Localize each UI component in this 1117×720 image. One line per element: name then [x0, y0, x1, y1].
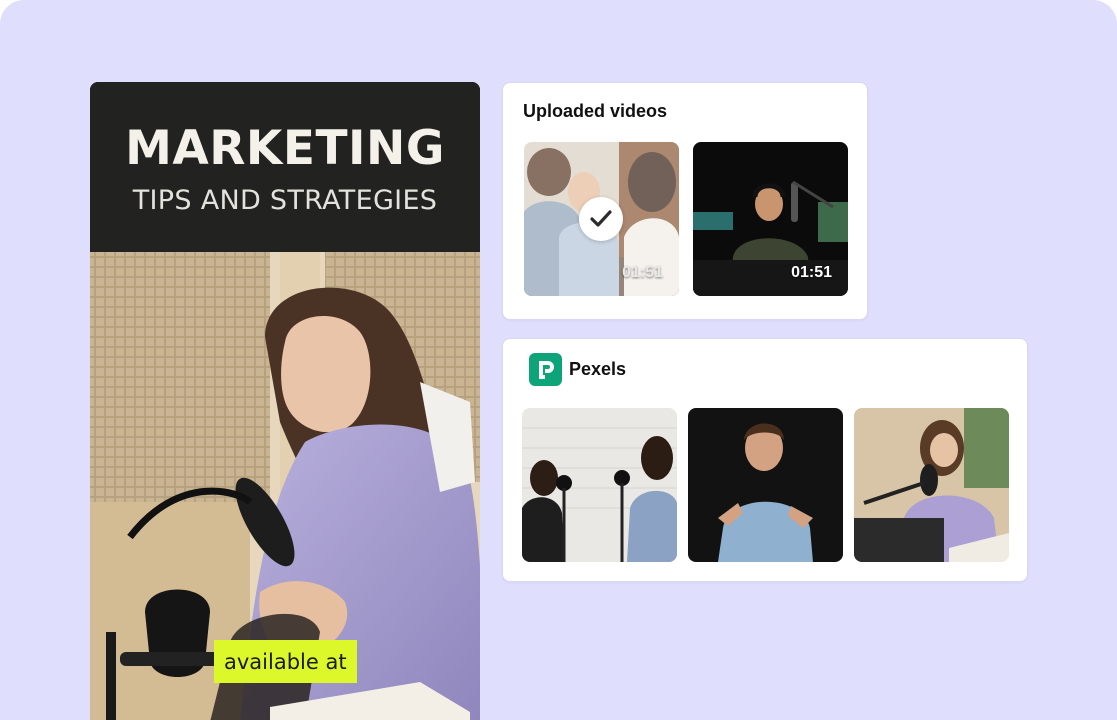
uploaded-videos-panel: Uploaded videos 01:51 01:51 [502, 82, 868, 320]
uploaded-video-1[interactable]: 01:51 [524, 142, 679, 296]
story-subtitle: TIPS AND STRATEGIES [132, 185, 438, 216]
checkmark-icon [579, 197, 623, 241]
pexels-video-3[interactable] [854, 408, 1009, 562]
video-duration: 01:51 [791, 264, 832, 281]
video-duration: 01:51 [622, 264, 663, 281]
pexels-title: Pexels [569, 359, 627, 379]
available-at-badge: available at [214, 640, 357, 683]
canvas: MARKETING TIPS AND STRATEGIES available … [0, 0, 1117, 720]
man-speaking-thumbnail [688, 408, 843, 562]
pexels-panel: Pexels [502, 338, 1028, 582]
pexels-video-1[interactable] [522, 408, 677, 562]
story-header: MARKETING TIPS AND STRATEGIES [90, 82, 480, 252]
pexels-video-2[interactable] [688, 408, 843, 562]
pexels-logo-icon [529, 353, 562, 386]
uploaded-video-2[interactable]: 01:51 [693, 142, 848, 296]
woman-podcast-thumbnail [854, 408, 1009, 562]
story-title: MARKETING [125, 121, 445, 176]
podcast-two-women-thumbnail [522, 408, 677, 562]
story-preview: MARKETING TIPS AND STRATEGIES available … [90, 82, 480, 720]
uploaded-videos-title: Uploaded videos [523, 101, 668, 121]
